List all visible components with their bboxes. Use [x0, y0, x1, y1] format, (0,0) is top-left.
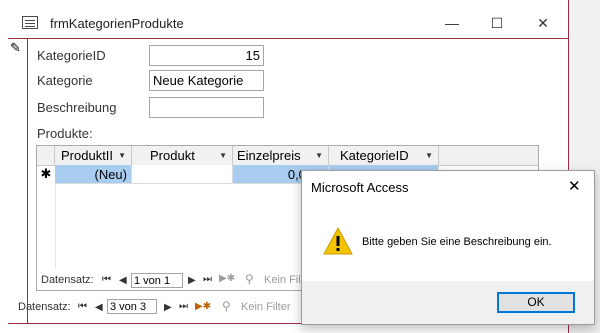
first-record-icon[interactable]: ⏮	[78, 301, 87, 312]
subform-nav-label: Datensatz:	[41, 274, 94, 286]
next-record-icon[interactable]: ▶	[188, 275, 196, 286]
maximize-button[interactable]: ☐	[488, 14, 506, 32]
column-header-einzelpreis[interactable]: Einzelpreis ▼	[233, 146, 329, 165]
last-record-icon[interactable]: ⏭	[179, 301, 188, 312]
next-record-icon[interactable]: ▶	[164, 302, 172, 313]
new-record-marker-icon[interactable]: ✱	[37, 165, 55, 183]
dialog-close-icon[interactable]: ✕	[568, 177, 581, 195]
kategorie-field[interactable]: Neue Kategorie	[149, 70, 264, 91]
cell-produkt[interactable]	[132, 165, 233, 184]
column-header-label: KategorieID	[340, 148, 409, 163]
previous-record-icon[interactable]: ◀	[119, 275, 127, 286]
row-selector-divider	[55, 184, 56, 269]
column-header-produktid[interactable]: ProduktII ▼	[55, 146, 132, 165]
dropdown-arrow-icon[interactable]: ▼	[315, 146, 323, 165]
main-record-position[interactable]: 3 von 3	[107, 299, 157, 314]
dropdown-arrow-icon[interactable]: ▼	[219, 146, 227, 165]
warning-icon	[323, 227, 353, 255]
first-record-icon[interactable]: ⏮	[102, 274, 111, 285]
previous-record-icon[interactable]: ◀	[95, 302, 103, 313]
new-record-icon[interactable]: ▶✱	[219, 273, 235, 284]
close-button[interactable]: ✕	[534, 14, 552, 32]
column-header-kategorieid[interactable]: KategorieID ▼	[329, 146, 439, 165]
subform-filter-status[interactable]: Kein Fil	[264, 274, 301, 292]
column-header-label: Produkt	[150, 148, 195, 163]
record-selector[interactable]	[8, 39, 28, 323]
kategorie-id-field[interactable]: 15	[149, 45, 264, 66]
window-title: frmKategorienProdukte	[50, 16, 184, 31]
beschreibung-field[interactable]	[149, 97, 264, 118]
pencil-edit-icon: ✎	[10, 40, 21, 55]
filter-icon[interactable]: ⚲	[245, 272, 254, 286]
dropdown-arrow-icon[interactable]: ▼	[118, 146, 126, 165]
main-filter-status[interactable]: Kein Filter	[241, 301, 291, 319]
cell-produktid[interactable]: (Neu)	[55, 165, 132, 184]
kategorie-label: Kategorie	[37, 73, 93, 88]
new-record-icon[interactable]: ▶✱	[195, 301, 211, 312]
column-header-label: ProduktII	[61, 148, 114, 163]
column-header-produkt[interactable]: Produkt ▼	[132, 146, 233, 165]
beschreibung-label: Beschreibung	[37, 100, 117, 115]
produkte-label: Produkte:	[37, 126, 93, 141]
ok-button[interactable]: OK	[497, 292, 575, 313]
last-record-icon[interactable]: ⏭	[203, 274, 212, 285]
minimize-button[interactable]: —	[443, 14, 461, 32]
select-all-corner[interactable]	[37, 146, 55, 165]
column-header-label: Einzelpreis	[237, 148, 301, 163]
filter-icon[interactable]: ⚲	[222, 299, 231, 313]
dropdown-arrow-icon[interactable]: ▼	[425, 146, 433, 165]
subform-record-position[interactable]: 1 von 1	[131, 273, 183, 288]
main-nav-label: Datensatz:	[18, 301, 71, 313]
form-icon	[22, 16, 38, 29]
kategorie-id-label: KategorieID	[37, 48, 106, 63]
dialog-message: Bitte geben Sie eine Beschreibung ein.	[362, 236, 552, 248]
dialog-title: Microsoft Access	[311, 180, 409, 195]
